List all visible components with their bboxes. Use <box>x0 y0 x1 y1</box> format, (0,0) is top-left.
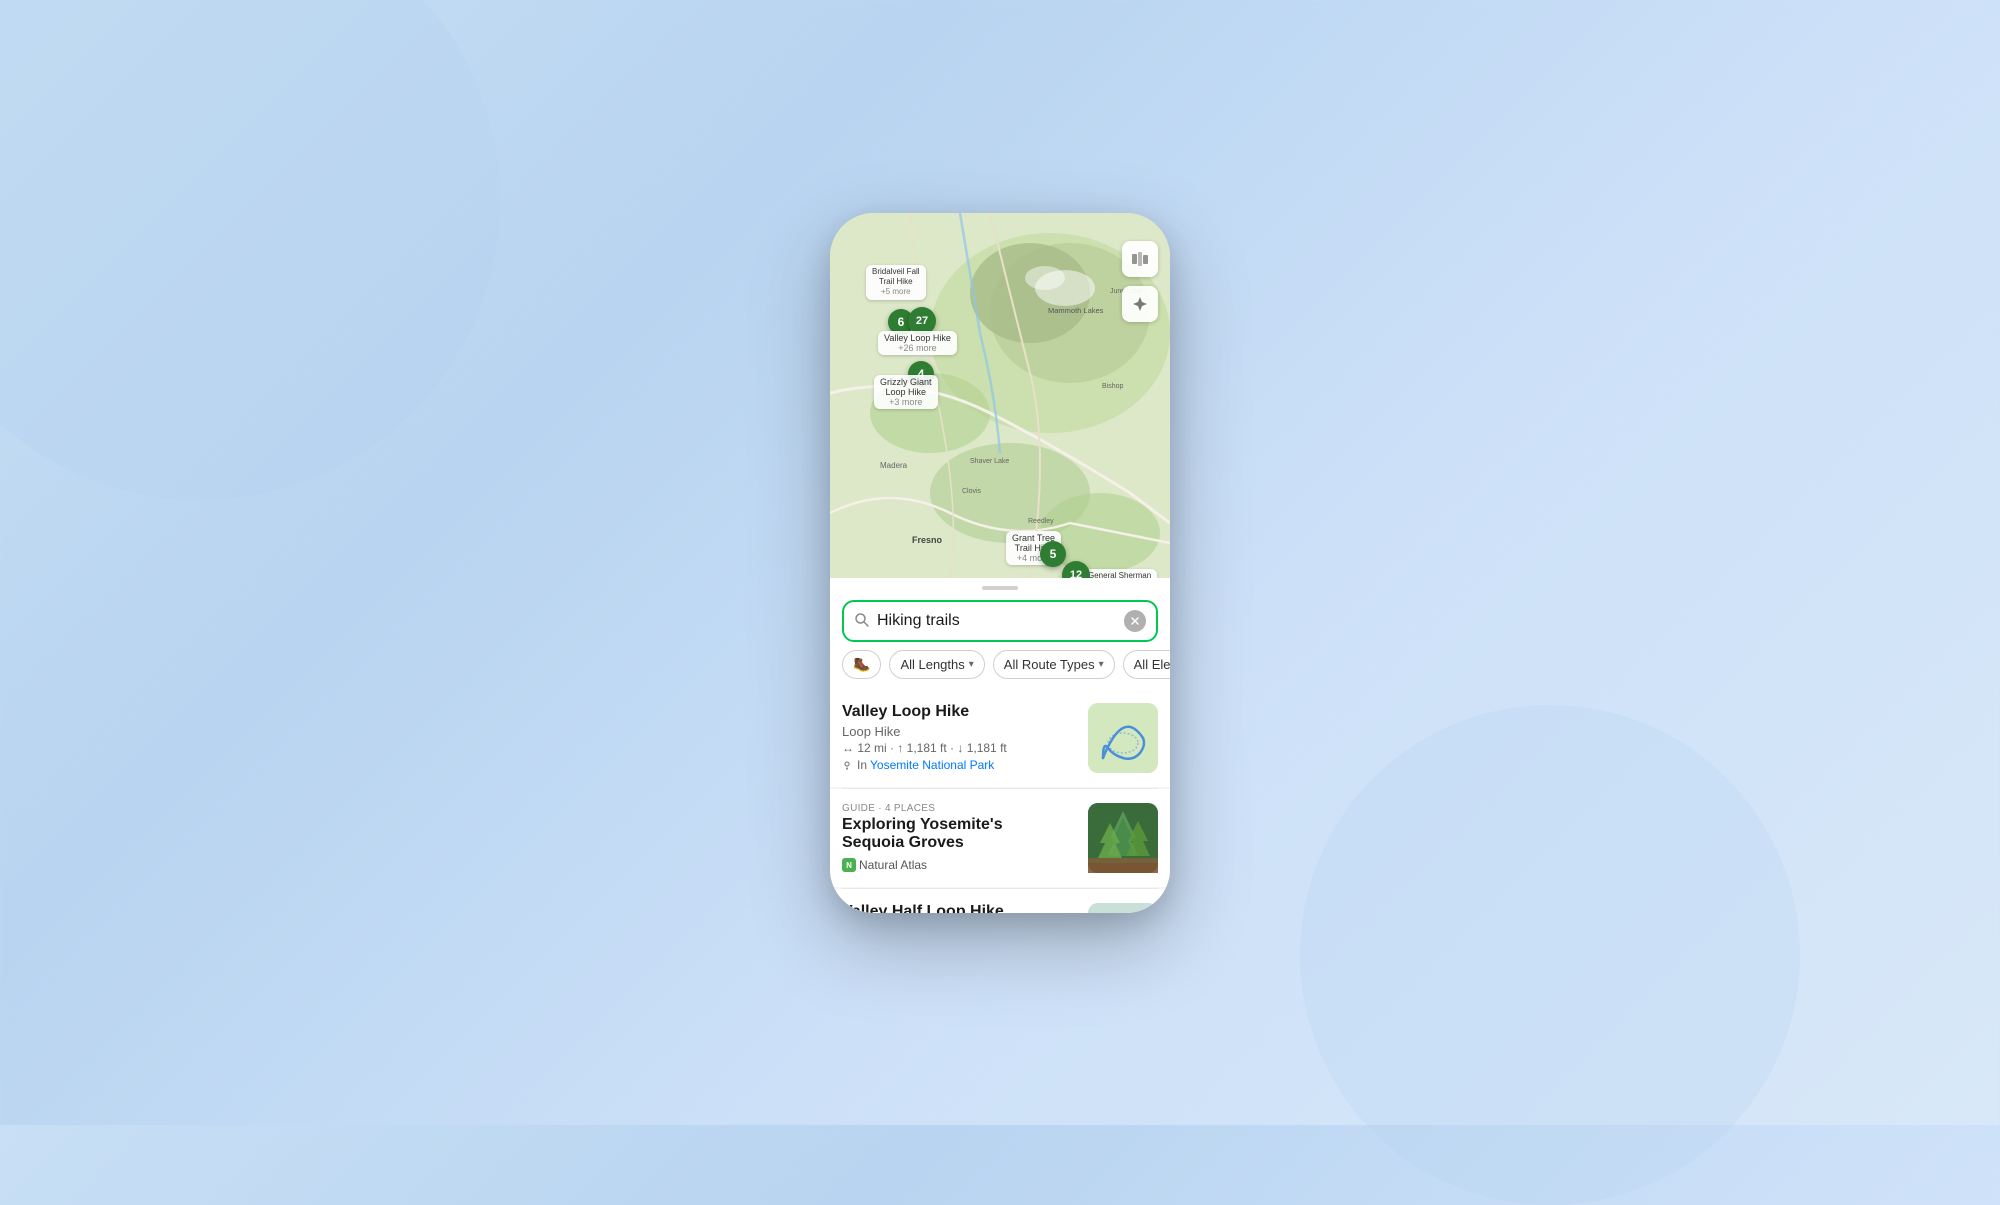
results-list: Valley Loop Hike Loop Hike ↔ 12 mi · ↑ 1… <box>830 689 1170 913</box>
result-location-prefix: In <box>857 758 867 772</box>
location-icon <box>1131 295 1149 313</box>
provider-icon: N <box>842 858 856 872</box>
result-half-loop-thumb <box>1088 903 1158 913</box>
search-clear-button[interactable] <box>1124 610 1146 632</box>
filter-lengths-label: All Lengths <box>900 657 964 672</box>
svg-text:Bishop: Bishop <box>1102 383 1124 390</box>
result-valley-loop-info: Valley Loop Hike Loop Hike ↔ 12 mi · ↑ 1… <box>842 703 1078 772</box>
search-bar: Hiking trails <box>842 600 1158 642</box>
result-valley-loop-title: Valley Loop Hike <box>842 703 1078 721</box>
svg-text:Shaver Lake: Shaver Lake <box>970 458 1009 465</box>
provider-name: Natural Atlas <box>859 858 927 872</box>
result-valley-loop-location: In Yosemite National Park <box>842 758 1078 772</box>
result-location-link[interactable]: Yosemite National Park <box>870 758 994 772</box>
search-icon <box>854 612 869 630</box>
svg-text:Madera: Madera <box>880 461 908 470</box>
map-area: Madera Fresno Clovis Shaver Lake Reedley… <box>830 213 1170 578</box>
phone-container: Madera Fresno Clovis Shaver Lake Reedley… <box>830 213 1170 913</box>
search-input[interactable]: Hiking trails <box>877 612 1116 630</box>
drag-handle-area <box>830 578 1170 594</box>
filter-elevation-pill[interactable]: All Eleva... ▾ <box>1123 650 1170 679</box>
result-guide-title: Exploring Yosemite'sSequoia Groves <box>842 816 1078 852</box>
filter-elevation-label: All Eleva... <box>1134 657 1170 672</box>
provider-badge: N Natural Atlas <box>842 858 927 872</box>
result-valley-loop[interactable]: Valley Loop Hike Loop Hike ↔ 12 mi · ↑ 1… <box>830 689 1170 787</box>
svg-text:Reedley: Reedley <box>1028 518 1054 525</box>
svg-text:Mammoth Lakes: Mammoth Lakes <box>1048 306 1104 315</box>
result-guide-tag: GUIDE · 4 PLACES <box>842 803 1078 814</box>
svg-text:Fresno: Fresno <box>912 535 943 545</box>
map-icon <box>1131 250 1149 268</box>
location-pin-icon <box>842 760 852 770</box>
filter-lengths-pill[interactable]: All Lengths ▾ <box>889 650 984 679</box>
cluster-5[interactable]: 5 <box>1040 541 1066 567</box>
trail-map-thumb <box>1088 703 1158 773</box>
filter-route-types-pill[interactable]: All Route Types ▾ <box>993 650 1115 679</box>
result-guide-info: GUIDE · 4 PLACES Exploring Yosemite'sSeq… <box>842 803 1078 873</box>
result-yosemite-guide[interactable]: GUIDE · 4 PLACES Exploring Yosemite'sSeq… <box>830 789 1170 887</box>
half-loop-thumb <box>1088 903 1158 913</box>
result-half-loop-info: Valley Half Loop Hike Loop Hike <box>842 903 1078 913</box>
filter-row: 🥾 All Lengths ▾ All Route Types ▾ All El… <box>830 650 1170 689</box>
result-valley-loop-stats: ↔ 12 mi · ↑ 1,181 ft · ↓ 1,181 ft <box>842 741 1078 755</box>
filter-route-types-label: All Route Types <box>1004 657 1095 672</box>
search-container: Hiking trails <box>830 594 1170 650</box>
result-guide-thumb <box>1088 803 1158 873</box>
map-controls <box>1122 241 1158 322</box>
result-half-loop-title: Valley Half Loop Hike <box>842 903 1078 913</box>
forest-thumb <box>1088 803 1158 873</box>
svg-text:Clovis: Clovis <box>962 488 982 495</box>
map-type-button[interactable] <box>1122 241 1158 277</box>
result-valley-half-loop[interactable]: Valley Half Loop Hike Loop Hike <box>830 889 1170 913</box>
filter-hiker-pill[interactable]: 🥾 <box>842 650 881 679</box>
filter-lengths-chevron: ▾ <box>969 659 974 670</box>
result-valley-loop-subtitle: Loop Hike <box>842 724 1078 739</box>
hiker-icon: 🥾 <box>853 656 870 673</box>
filter-route-types-chevron: ▾ <box>1099 659 1104 670</box>
drag-handle[interactable] <box>982 586 1018 590</box>
location-button[interactable] <box>1122 286 1158 322</box>
result-valley-loop-thumb <box>1088 703 1158 773</box>
